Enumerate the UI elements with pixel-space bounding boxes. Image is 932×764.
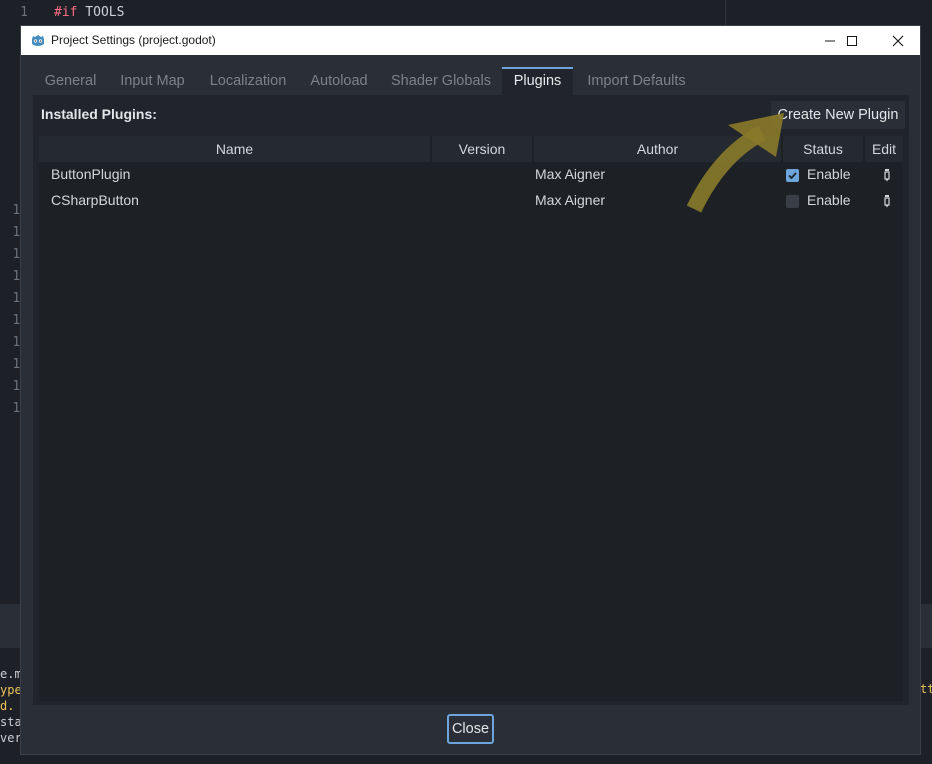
enable-checkbox[interactable] (786, 169, 799, 182)
output-text: tt (920, 682, 932, 696)
settings-panel: General Input Map Localization Autoload … (33, 67, 909, 705)
plugin-name: CSharpButton (51, 192, 139, 208)
plugin-author: Max Aigner (535, 192, 606, 208)
project-settings-window: Project Settings (project.godot) General… (20, 25, 921, 755)
output-text: ype (0, 683, 22, 697)
tab-autoload[interactable]: Autoload (298, 67, 380, 95)
column-header-status[interactable]: Status (783, 136, 863, 162)
output-text: e.m (0, 667, 22, 681)
line-number: 1 (20, 5, 28, 20)
maximize-button[interactable] (829, 26, 875, 55)
enable-label[interactable]: Enable (807, 166, 851, 182)
code-text: TOOLS (77, 5, 125, 20)
godot-logo-icon (32, 35, 44, 46)
output-text: sta (0, 715, 22, 729)
plugins-table: Name Version Author Status Edit ButtonPl… (39, 136, 903, 701)
installed-plugins-label: Installed Plugins: (41, 106, 157, 122)
tab-general[interactable]: General (33, 67, 108, 95)
column-header-name[interactable]: Name (39, 136, 430, 162)
create-new-plugin-button[interactable]: Create New Plugin (771, 101, 905, 129)
tab-localization[interactable]: Localization (198, 67, 298, 95)
enable-label[interactable]: Enable (807, 192, 851, 208)
editor-divider (725, 0, 726, 28)
window-titlebar[interactable]: Project Settings (project.godot) (21, 26, 920, 55)
tab-plugins[interactable]: Plugins (502, 67, 573, 95)
edit-pencil-icon[interactable] (881, 168, 893, 182)
code-keyword: #if (54, 5, 78, 20)
tab-import-defaults[interactable]: Import Defaults (573, 67, 700, 95)
column-header-author[interactable]: Author (534, 136, 781, 162)
plugin-author: Max Aigner (535, 166, 606, 182)
close-window-button[interactable] (875, 26, 921, 55)
maximize-icon (847, 35, 857, 46)
window-title: Project Settings (project.godot) (51, 33, 216, 47)
column-header-edit[interactable]: Edit (865, 136, 903, 162)
close-icon (892, 35, 904, 46)
output-text: ver (0, 731, 22, 745)
tab-shader-globals[interactable]: Shader Globals (380, 67, 502, 95)
output-text: d. (0, 699, 15, 713)
tab-input-map[interactable]: Input Map (108, 67, 197, 95)
edit-pencil-icon[interactable] (881, 194, 893, 208)
close-button[interactable]: Close (447, 714, 494, 744)
column-header-version[interactable]: Version (432, 136, 532, 162)
enable-checkbox[interactable] (786, 195, 799, 208)
checkmark-icon (788, 172, 797, 180)
code-line: #if TOOLS (54, 5, 124, 20)
plugin-name: ButtonPlugin (51, 166, 131, 182)
settings-tabbar: General Input Map Localization Autoload … (33, 67, 909, 95)
